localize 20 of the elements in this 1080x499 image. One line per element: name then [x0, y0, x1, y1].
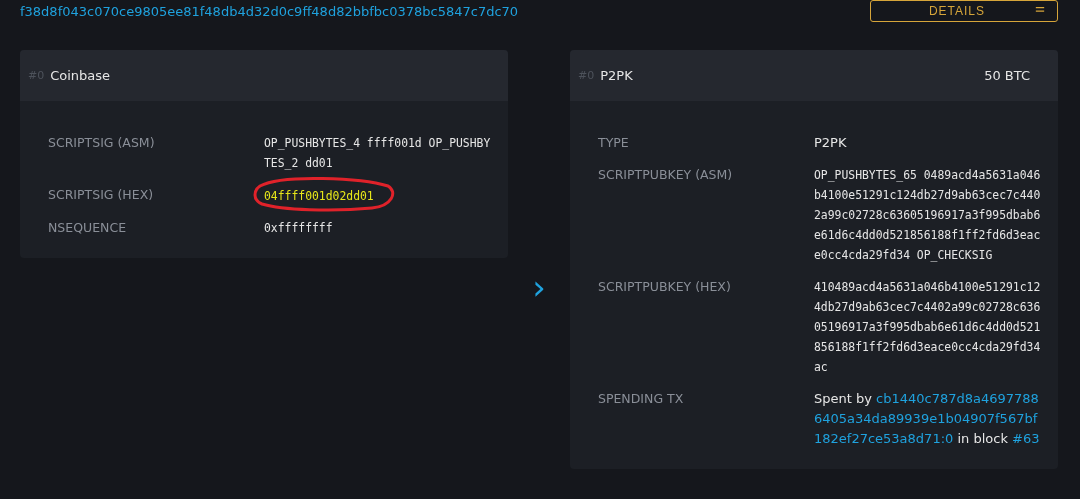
chevron-right-icon: ›	[532, 272, 546, 302]
output-amount: 50 BTC	[984, 68, 1030, 83]
transaction-id-link[interactable]: f38d8f043c070ce9805ee81f48db4d32d0c9ff48d82bbfbc0378bc5847c7dc70	[20, 3, 519, 19]
field-value: P2PK	[814, 134, 848, 152]
input-type: Coinbase	[50, 68, 111, 83]
field-label: TYPE	[598, 134, 630, 152]
field-value: OP_PUSHBYTES_4 ffff001d OP_PUSHBYTES_2 dd01	[264, 135, 492, 172]
field-value: OP_PUSHBYTES_65 0489acd4a5631a046b4100e51291c124db27d9ab63cec7c4402a99c02728c63605196917a3f995dbab6e61d6c4dd0d521856188f1ff2fd6d3eace0cc4cda29fd34 OP_CHECKSIG	[814, 167, 1042, 264]
field-label: SPENDING TX	[598, 390, 685, 408]
field-label: NSEQUENCE	[48, 219, 128, 237]
field-label: SCRIPTSIG (ASM)	[48, 134, 156, 152]
field-label: SCRIPTPUBKEY (HEX)	[598, 278, 732, 296]
field-value: 04ffff001d02dd01	[264, 188, 374, 205]
spending-text: Spent by cb1440c787d8a46977886405a34da89939e1b04907f567bf182ef27ce53a8d71:0 in block #63	[814, 390, 1041, 448]
details-button[interactable]: DETAILS	[869, 0, 1058, 22]
field-label: SCRIPTPUBKEY (ASM)	[598, 166, 734, 184]
output-type: P2PK	[600, 68, 633, 83]
field-value: 410489acd4a5631a046b4100e51291c124db27d9ab63cec7c4402a99c02728c63605196917a3f995dbab6e61d6c4dd0d521856188f1ff2fd6d3eace0cc4cda29fd34ac	[814, 279, 1042, 376]
field-value: 0xffffffff	[264, 220, 334, 237]
field-label: SCRIPTSIG (HEX)	[48, 186, 155, 204]
